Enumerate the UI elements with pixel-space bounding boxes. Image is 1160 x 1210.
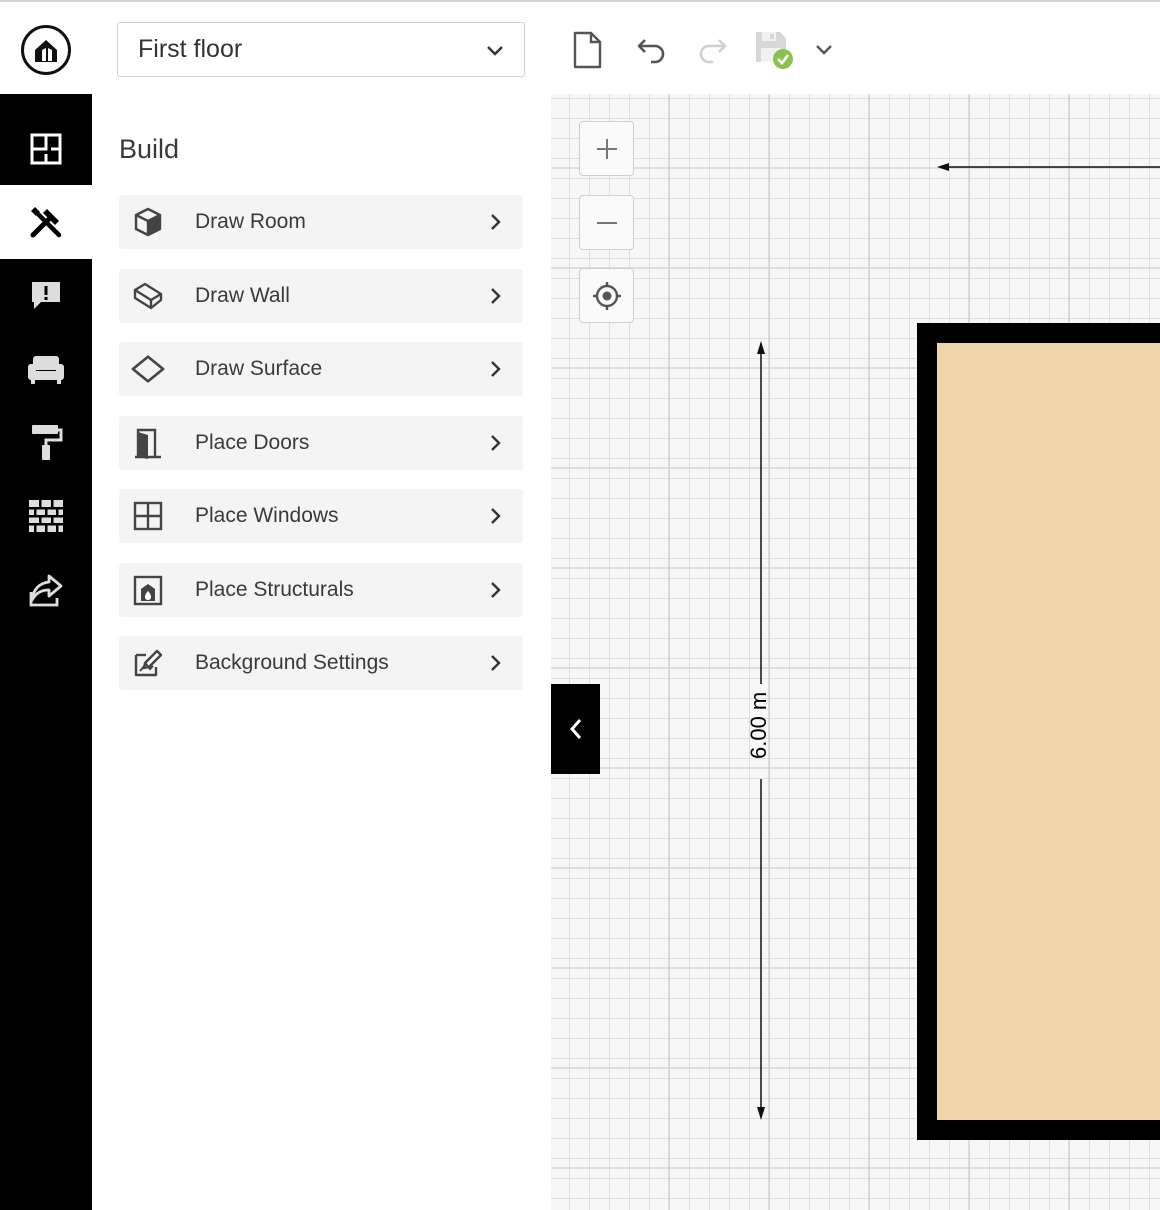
more-dropdown-button[interactable] (803, 28, 845, 72)
build-panel: Build Draw Room Draw Wall Draw Surface P… (92, 94, 551, 1210)
surface-diamond-icon (131, 353, 165, 385)
menu-item-draw-wall[interactable]: Draw Wall (119, 269, 523, 323)
sofa-icon (28, 356, 64, 384)
sidebar-item-share[interactable] (0, 553, 92, 627)
paint-roller-icon (32, 425, 63, 460)
house-logo-icon[interactable] (21, 25, 71, 75)
menu-item-label: Draw Room (195, 210, 306, 233)
undo-button[interactable] (631, 28, 673, 72)
window-icon (131, 500, 165, 532)
chevron-down-icon (487, 46, 503, 56)
cube-icon (131, 206, 165, 238)
menu-item-draw-surface[interactable]: Draw Surface (119, 342, 523, 396)
chevron-right-icon (491, 582, 501, 598)
chevron-right-icon (491, 655, 501, 671)
dimension-label: 6.00 m (746, 691, 771, 759)
save-icon (756, 32, 793, 69)
zoom-out-button[interactable] (579, 195, 634, 250)
redo-button[interactable] (691, 28, 733, 72)
new-document-button[interactable] (566, 28, 608, 72)
center-view-button[interactable] (579, 268, 634, 323)
chevron-right-icon (491, 288, 501, 304)
room-shape[interactable] (917, 323, 1160, 1140)
menu-item-draw-room[interactable]: Draw Room (119, 195, 523, 249)
chevron-right-icon (491, 214, 501, 230)
share-icon (29, 574, 63, 607)
sidebar-item-floorplan[interactable] (0, 112, 92, 186)
arrow-head-icon (937, 163, 949, 171)
menu-item-label: Place Structurals (195, 578, 354, 601)
redo-icon (699, 39, 727, 64)
arrow-head-icon (757, 341, 765, 354)
sidebar-item-build[interactable] (0, 185, 92, 259)
build-tools-icon (30, 207, 62, 238)
panel-title: Build (119, 134, 180, 164)
chevron-right-icon (491, 435, 501, 451)
menu-item-place-windows[interactable]: Place Windows (119, 489, 523, 543)
door-icon (131, 427, 165, 459)
chevron-left-icon (569, 719, 581, 739)
menu-item-background-settings[interactable]: Background Settings (119, 636, 523, 690)
main-sidebar (0, 94, 92, 1210)
sidebar-item-info[interactable] (0, 258, 92, 332)
edit-image-icon (131, 647, 165, 679)
arrow-head-icon (757, 1107, 765, 1120)
sidebar-item-furniture[interactable] (0, 332, 92, 406)
zoom-in-button[interactable] (579, 121, 634, 176)
save-button[interactable] (751, 28, 797, 72)
chevron-right-icon (491, 508, 501, 524)
chevron-down-icon (816, 45, 832, 55)
chevron-right-icon (491, 361, 501, 377)
menu-item-label: Place Doors (195, 431, 310, 454)
fireplace-icon (131, 574, 165, 606)
brick-wall-icon (29, 500, 63, 532)
info-bubble-icon (32, 282, 60, 309)
floorplan-icon (30, 133, 62, 165)
floor-select[interactable]: First floor (117, 22, 525, 77)
menu-item-label: Draw Surface (195, 357, 323, 380)
menu-item-label: Place Windows (195, 504, 339, 527)
menu-item-place-structurals[interactable]: Place Structurals (119, 563, 523, 617)
collapse-panel-button[interactable] (551, 684, 600, 774)
minus-icon (596, 221, 617, 224)
crosshair-icon (592, 281, 621, 310)
sidebar-item-materials[interactable] (0, 479, 92, 553)
menu-item-place-doors[interactable]: Place Doors (119, 416, 523, 470)
floor-select-value: First floor (138, 35, 243, 63)
plus-icon (596, 138, 617, 159)
floorplan-canvas[interactable]: 6.00 m (551, 94, 1160, 1210)
document-icon (573, 31, 602, 69)
undo-icon (637, 39, 665, 64)
menu-item-label: Draw Wall (195, 284, 290, 307)
top-bar: First floor (0, 0, 1160, 94)
sidebar-item-paint[interactable] (0, 405, 92, 479)
menu-item-label: Background Settings (195, 651, 389, 674)
wall-icon (131, 280, 165, 312)
